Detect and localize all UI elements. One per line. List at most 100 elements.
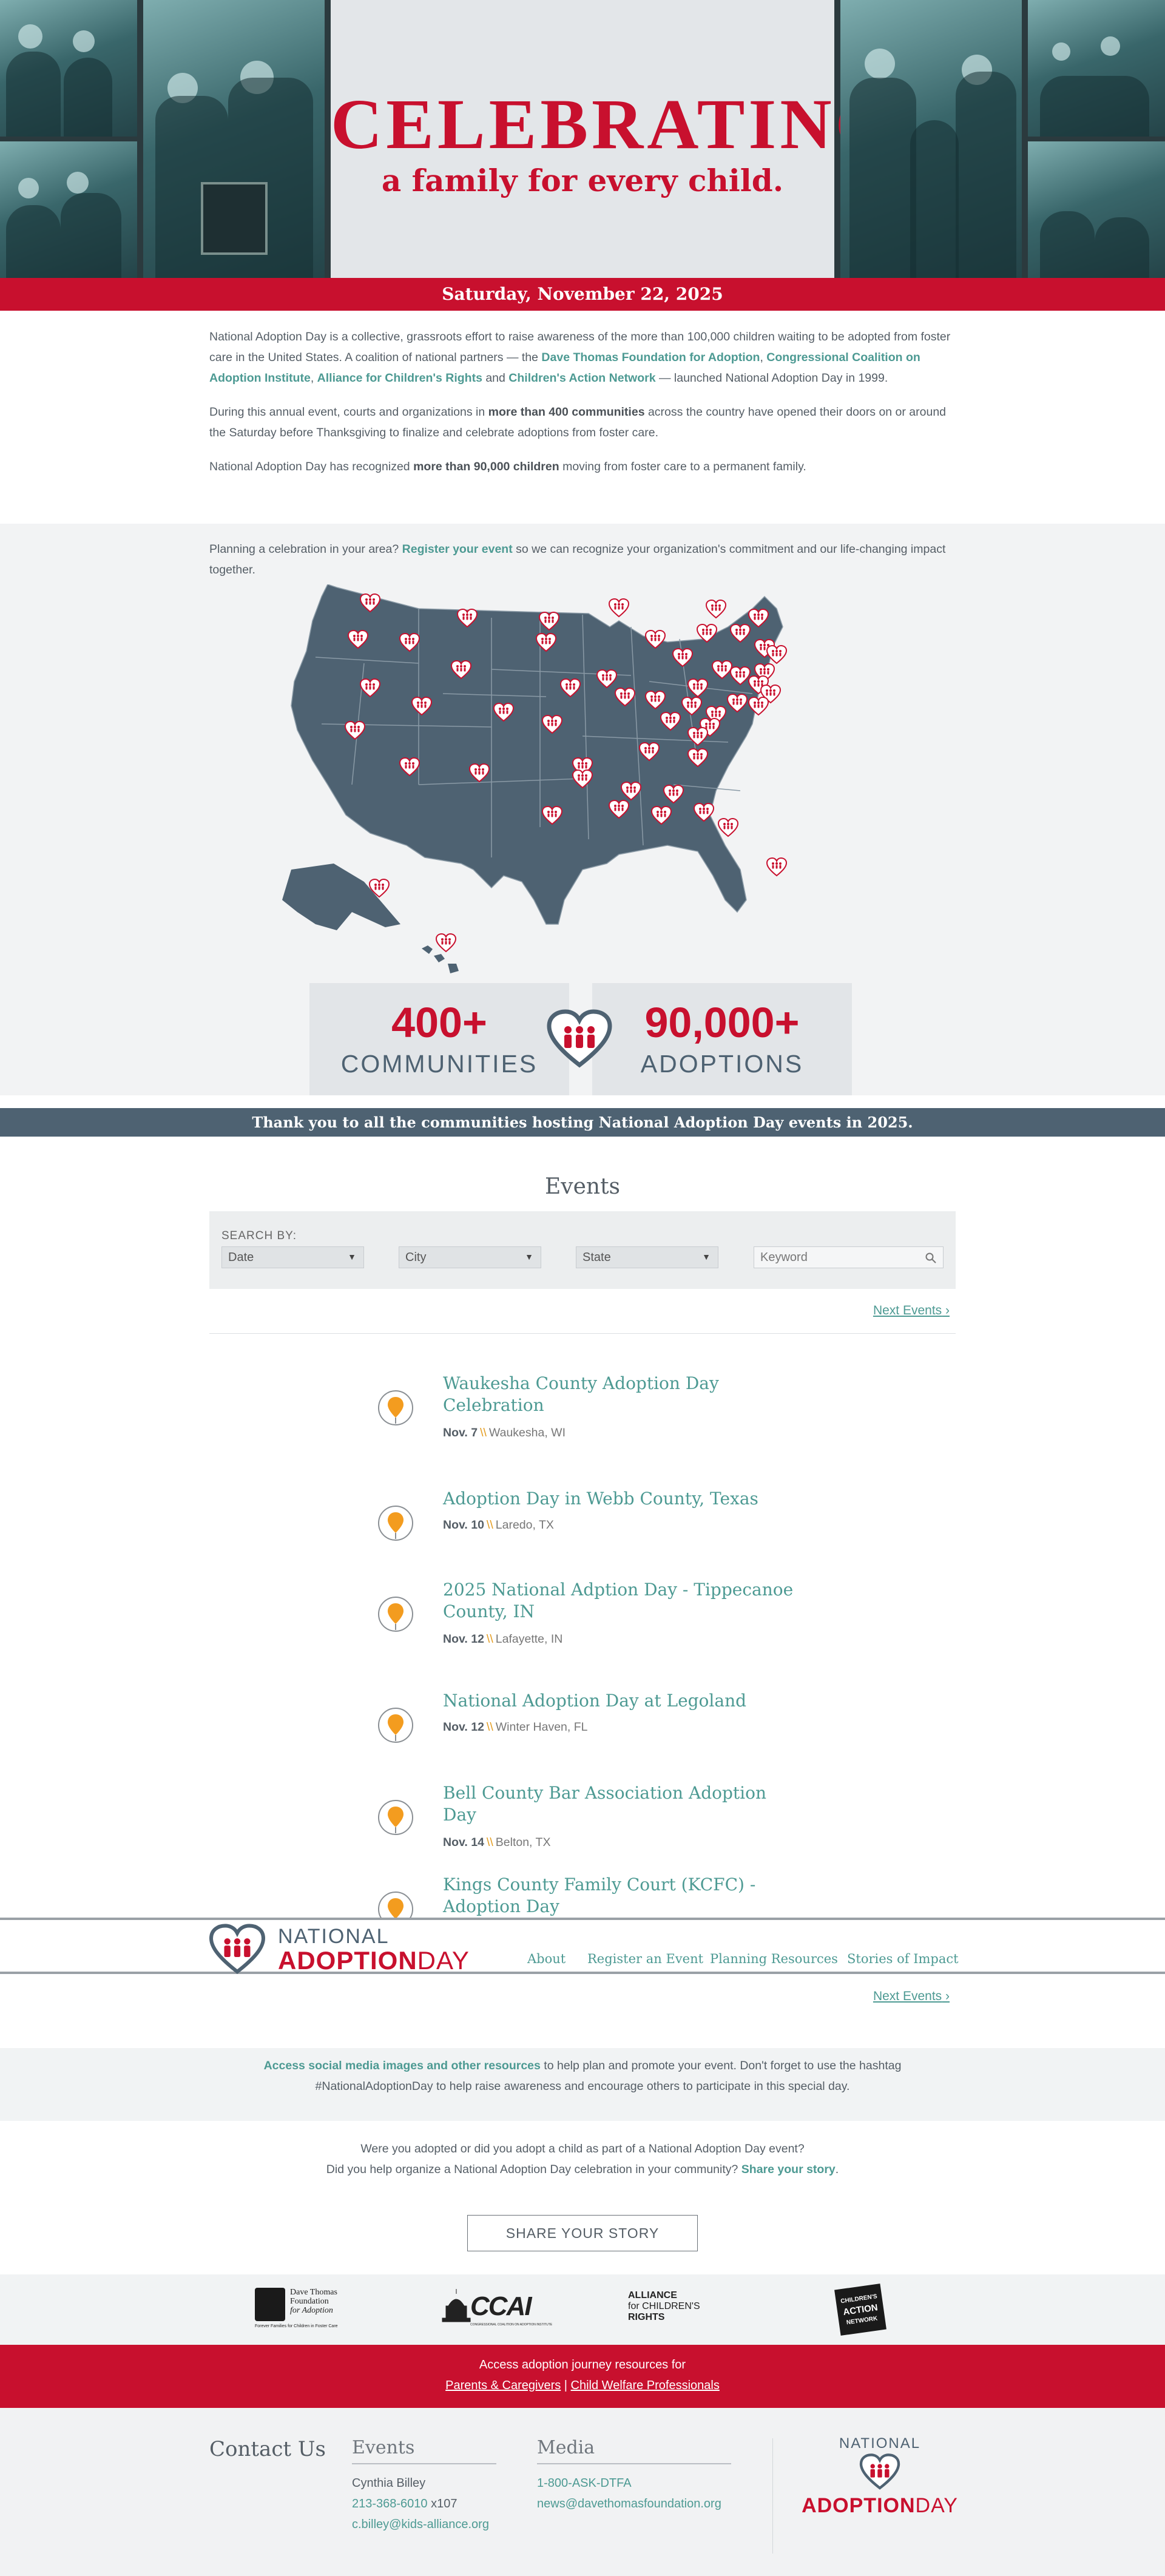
event-title[interactable]: Waukesha County Adoption Day Celebration bbox=[443, 1373, 795, 1416]
hero-photo-3 bbox=[143, 0, 325, 278]
dave-thomas-link[interactable]: Dave Thomas Foundation for Adoption bbox=[541, 351, 760, 364]
share-story-text: Were you adopted or did you adopt a chil… bbox=[0, 2138, 1165, 2180]
alliance-line-1: ALLIANCE bbox=[628, 2290, 677, 2300]
bold-text: more than 90,000 children bbox=[413, 460, 559, 473]
logo-day: DAY bbox=[915, 2494, 958, 2517]
logo-heart-icon[interactable] bbox=[208, 1924, 266, 1976]
next-events-link-top[interactable]: Next Events › bbox=[873, 1303, 950, 1318]
event-title[interactable]: National Adoption Day at Legoland bbox=[443, 1690, 795, 1712]
contact-us-heading: Contact Us bbox=[209, 2437, 326, 2461]
stat-communities-number: 400+ bbox=[391, 999, 487, 1046]
map-pin-icon bbox=[378, 1506, 413, 1541]
event-heart-marker[interactable] bbox=[766, 857, 788, 877]
event-title[interactable]: Bell County Bar Association Adoption Day bbox=[443, 1782, 795, 1826]
hero-photo-5 bbox=[1028, 0, 1165, 137]
event-date: Nov. 12 bbox=[443, 1720, 484, 1734]
keyword-search-input[interactable]: Keyword bbox=[754, 1246, 944, 1268]
hero-subtitle: a family for every child. bbox=[381, 163, 784, 198]
footer-logo[interactable]: NATIONAL ADOPTIONDAY bbox=[801, 2435, 959, 2518]
hero-headline: CELEBRATING a family for every child. bbox=[331, 0, 895, 278]
parents-caregivers-link[interactable]: Parents & Caregivers bbox=[445, 2379, 561, 2392]
media-email[interactable]: news@davethomasfoundation.org bbox=[537, 2497, 721, 2510]
event-meta: Nov. 12 \\ Winter Haven, FL bbox=[443, 1720, 587, 1734]
text: During this annual event, courts and org… bbox=[209, 405, 488, 419]
next-events-link-bottom[interactable]: Next Events › bbox=[873, 1989, 950, 2004]
map-pin-icon bbox=[378, 1800, 413, 1835]
events-contact-name: Cynthia Billey bbox=[352, 2476, 426, 2490]
event-title[interactable]: Adoption Day in Webb County, Texas bbox=[443, 1488, 795, 1510]
event-heart-marker[interactable] bbox=[435, 933, 457, 953]
ccai-logo[interactable]: CCAI CONGRESSIONAL COALITION ON ADOPTION… bbox=[441, 2288, 552, 2330]
date-select[interactable]: Date ▼ bbox=[221, 1246, 364, 1268]
map-pin-icon bbox=[378, 1597, 413, 1632]
alliance-logo[interactable]: ALLIANCE for CHILDREN'S RIGHTS bbox=[628, 2290, 725, 2327]
childrens-action-network-logo[interactable]: CHILDREN'S ACTION NETWORK bbox=[834, 2284, 886, 2336]
separator: \\ bbox=[480, 1426, 487, 1439]
state-select[interactable]: State ▼ bbox=[576, 1246, 718, 1268]
event-location: Laredo, TX bbox=[495, 1518, 554, 1532]
hero-title: CELEBRATING bbox=[331, 84, 895, 164]
share-story-button[interactable]: SHARE YOUR STORY bbox=[467, 2215, 698, 2251]
logo-adoption: ADOPTION bbox=[802, 2494, 916, 2517]
event-title[interactable]: Kings County Family Court (KCFC) - Adopt… bbox=[443, 1874, 795, 1918]
footer-media-contact: Media 1-800-ASK-DTFA news@davethomasfoun… bbox=[537, 2437, 731, 2514]
event-location: Belton, TX bbox=[495, 1836, 551, 1849]
search-icon[interactable] bbox=[925, 1252, 937, 1264]
dave-thomas-line-2: Foundation bbox=[290, 2297, 329, 2306]
footer-logo-national: NATIONAL bbox=[839, 2435, 921, 2452]
separator: \\ bbox=[486, 1836, 493, 1849]
share-story-link[interactable]: Share your story bbox=[741, 2163, 836, 2176]
alliance-line-3: RIGHTS bbox=[628, 2312, 665, 2322]
city-select[interactable]: City ▼ bbox=[399, 1246, 541, 1268]
event-heart-marker[interactable] bbox=[705, 599, 727, 619]
social-resources-link[interactable]: Access social media images and other res… bbox=[264, 2059, 541, 2072]
logo-national-text[interactable]: NATIONAL bbox=[278, 1925, 390, 1949]
separator: \\ bbox=[486, 1720, 493, 1734]
stat-communities: 400+ COMMUNITIES bbox=[309, 983, 569, 1095]
bold-text: more than 400 communities bbox=[488, 405, 645, 419]
nav-register-event[interactable]: Register an Event bbox=[587, 1952, 703, 1966]
logo-adoptionday-text[interactable]: ADOPTIONDAY bbox=[278, 1946, 470, 1975]
event-date: Nov. 7 bbox=[443, 1426, 478, 1439]
event-location: Waukesha, WI bbox=[488, 1426, 566, 1439]
text: Did you help organize a National Adoptio… bbox=[326, 2163, 741, 2176]
event-title[interactable]: 2025 National Adption Day - Tippecanoe C… bbox=[443, 1579, 795, 1623]
logo-day: DAY bbox=[417, 1946, 470, 1975]
register-event-link[interactable]: Register your event bbox=[402, 543, 513, 556]
separator: | bbox=[561, 2379, 571, 2392]
text: to help plan and promote your event. Don… bbox=[540, 2059, 902, 2072]
event-heart-marker[interactable] bbox=[717, 817, 739, 837]
child-welfare-professionals-link[interactable]: Child Welfare Professionals bbox=[571, 2379, 720, 2392]
date-select-value: Date bbox=[228, 1251, 254, 1264]
map-pin-icon bbox=[378, 1390, 413, 1425]
resources-line-2: Parents & Caregivers | Child Welfare Pro… bbox=[0, 2375, 1165, 2396]
events-heading: Events bbox=[544, 1174, 621, 1199]
capitol-dome-icon bbox=[442, 2289, 471, 2322]
sticky-nav: NATIONAL ADOPTIONDAY About Register an E… bbox=[0, 1918, 1165, 1976]
media-phone[interactable]: 1-800-ASK-DTFA bbox=[537, 2476, 632, 2490]
nav-stories-of-impact[interactable]: Stories of Impact bbox=[847, 1952, 959, 1966]
events-contact-phone[interactable]: 213-368-6010 bbox=[352, 2497, 428, 2510]
text: , bbox=[310, 371, 317, 385]
resources-banner: Access adoption journey resources for Pa… bbox=[0, 2345, 1165, 2408]
nav-planning-resources[interactable]: Planning Resources bbox=[710, 1952, 838, 1966]
search-by-label: SEARCH BY: bbox=[221, 1229, 297, 1242]
intro-paragraph-3: National Adoption Day has recognized mor… bbox=[209, 456, 956, 477]
childrens-action-network-link[interactable]: Children's Action Network bbox=[508, 371, 655, 385]
events-contact-phone-line: 213-368-6010 x107 bbox=[352, 2493, 496, 2514]
footer-logo-heart-icon bbox=[859, 2453, 900, 2490]
event-date: Nov. 14 bbox=[443, 1836, 484, 1849]
events-contact-email[interactable]: c.billey@kids-alliance.org bbox=[352, 2518, 489, 2531]
text: , bbox=[760, 351, 767, 364]
footer-divider bbox=[772, 2438, 773, 2554]
chevron-right-icon: › bbox=[945, 1303, 950, 1317]
nav-about[interactable]: About bbox=[527, 1952, 566, 1966]
map-pin-icon bbox=[378, 1708, 413, 1743]
hero-photo-1 bbox=[0, 0, 137, 137]
share-line-2: Did you help organize a National Adoptio… bbox=[0, 2159, 1165, 2180]
dave-thomas-logo[interactable]: Dave Thomas Foundation for Adoption Fore… bbox=[255, 2288, 352, 2330]
footer-events-heading: Events bbox=[352, 2437, 496, 2464]
alliance-link[interactable]: Alliance for Children's Rights bbox=[317, 371, 482, 385]
event-heart-marker[interactable] bbox=[608, 598, 630, 618]
caret-down-icon: ▼ bbox=[348, 1252, 356, 1262]
